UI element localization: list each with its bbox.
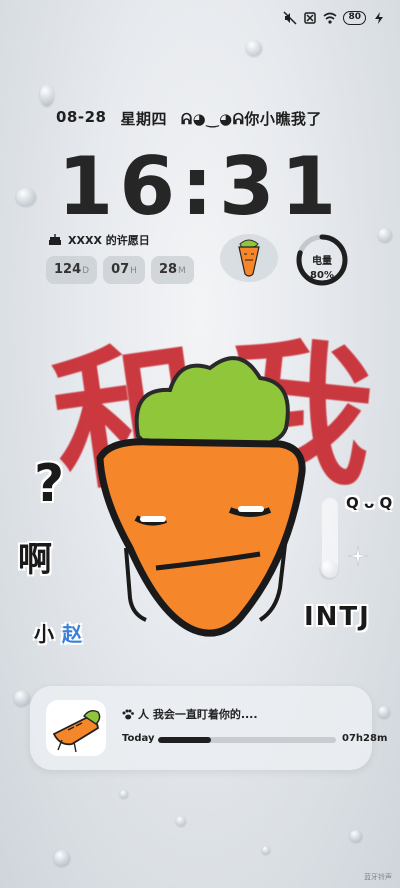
face-sticker: Q ᴗ Q — [346, 494, 393, 512]
name-sticker-b: 赵 — [62, 622, 82, 646]
charging-icon — [375, 12, 383, 24]
question-sticker: ? — [34, 454, 65, 514]
raindrop — [246, 40, 262, 56]
music-right-label: 07h28m — [342, 733, 388, 744]
cake-icon — [49, 234, 61, 245]
exclaim-sticker: 啊 — [18, 540, 52, 580]
album-art[interactable] — [46, 700, 106, 756]
date-row: 08-28 星期四 ᕱ◕‿◕ᕱ你小瞧我了 — [56, 108, 322, 129]
date-text: 08-28 — [56, 108, 107, 126]
glass-bar-decoration — [322, 498, 338, 578]
carrot-mascot-icon — [52, 709, 101, 753]
countdown-days: 124 D — [46, 256, 98, 284]
tagline-text: ᕱ◕‿◕ᕱ你小瞧我了 — [181, 110, 322, 128]
music-progress-fill — [158, 737, 212, 743]
carrot-mascot-icon — [238, 239, 260, 277]
no-sim-icon — [304, 12, 317, 24]
countdown-hours: 07 H — [103, 256, 145, 284]
wish-widget-title[interactable]: XXXX 的许愿日 — [48, 232, 150, 248]
name-sticker-a: 小 — [34, 622, 54, 646]
music-progress-bar[interactable] — [158, 737, 336, 743]
raindrop — [40, 84, 54, 106]
mbti-sticker: INTJ — [304, 602, 371, 632]
music-widget[interactable]: 人 我会一直盯着你的.... Today 07h28m — [30, 686, 387, 770]
mute-icon — [283, 11, 297, 25]
raindrop — [262, 846, 270, 854]
battery-level-badge: 80 — [343, 11, 366, 25]
battery-gauge-value: 80% — [310, 270, 334, 281]
countdown-minutes: 28 M — [150, 256, 194, 284]
sparkle-icon — [347, 545, 369, 567]
raindrop — [350, 830, 362, 842]
watermark: 蓝牙铃声 — [364, 873, 392, 881]
countdown-widget[interactable]: 124 D 07 H 28 M — [46, 256, 194, 284]
lockscreen-clock[interactable]: 16:31 — [0, 140, 400, 233]
raindrop — [176, 816, 186, 826]
music-left-label: Today — [122, 733, 155, 744]
raindrop — [14, 690, 30, 706]
raindrop — [120, 790, 128, 798]
wifi-icon — [323, 12, 337, 24]
music-title: 人 我会一直盯着你的.... — [122, 706, 258, 722]
carrot-mascot-illustration — [96, 356, 306, 637]
status-bar: 80 — [283, 9, 386, 27]
raindrop — [54, 850, 70, 866]
weekday-text: 星期四 — [120, 110, 167, 128]
avatar[interactable] — [220, 234, 278, 282]
wish-label: XXXX 的许愿日 — [68, 234, 150, 247]
paw-icon — [122, 709, 134, 719]
raindrop — [378, 706, 390, 718]
battery-gauge-label: 电量 — [312, 256, 332, 267]
music-title-text: 人 我会一直盯着你的.... — [138, 708, 258, 721]
